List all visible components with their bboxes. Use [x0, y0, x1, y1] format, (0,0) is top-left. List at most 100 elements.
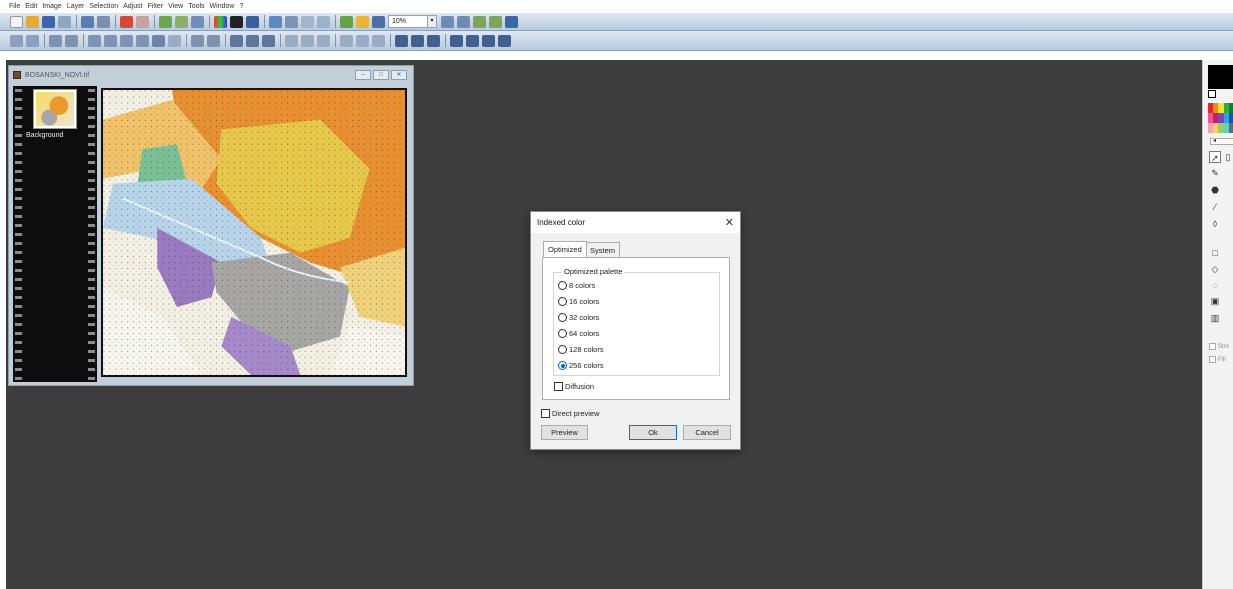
layer-name[interactable]: Background: [26, 132, 63, 139]
zoom-field[interactable]: 10%: [388, 15, 428, 28]
color-adjust-icon[interactable]: [214, 15, 227, 28]
align-middle-icon[interactable]: [120, 34, 133, 47]
radio-8-colors[interactable]: 8 colors: [558, 281, 595, 290]
menu-filter[interactable]: Filter: [148, 3, 164, 10]
menu-edit[interactable]: Edit: [25, 3, 37, 10]
selection-icon[interactable]: [301, 15, 314, 28]
foreground-color-swatch[interactable]: [1208, 65, 1233, 89]
open-file-icon[interactable]: [26, 15, 39, 28]
image-canvas[interactable]: [101, 88, 407, 377]
brush-tool-icon[interactable]: ✎: [1209, 167, 1221, 179]
redo-icon[interactable]: [136, 15, 149, 28]
triangle-left-icon[interactable]: [317, 34, 330, 47]
document-window[interactable]: BOSANSKI_NOVI.tif – □ ✕ Background: [8, 65, 414, 386]
triangle-down-icon[interactable]: [301, 34, 314, 47]
fill-tool-icon[interactable]: ⬣: [1209, 184, 1221, 196]
radio-256-colors[interactable]: 256 colors: [558, 361, 604, 370]
dropper-tool-icon[interactable]: ◊: [1209, 218, 1221, 230]
document-titlebar[interactable]: BOSANSKI_NOVI.tif – □ ✕: [9, 66, 413, 84]
menu-adjust[interactable]: Adjust: [123, 3, 142, 10]
histogram-icon[interactable]: [246, 15, 259, 28]
hand-tool-icon[interactable]: [26, 34, 39, 47]
menu-tools[interactable]: Tools: [188, 3, 204, 10]
crop-icon[interactable]: [207, 34, 220, 47]
menu-layer[interactable]: Layer: [67, 3, 85, 10]
grid-icon[interactable]: [411, 34, 424, 47]
pen-tool-icon[interactable]: ∕: [1209, 201, 1221, 213]
tab-system[interactable]: System: [585, 242, 621, 257]
cancel-button[interactable]: Cancel: [683, 425, 731, 440]
text-tool-icon[interactable]: ▥: [1209, 312, 1221, 324]
new-file-icon[interactable]: [10, 15, 23, 28]
triangle-up-icon[interactable]: [285, 34, 298, 47]
node-icon[interactable]: [372, 34, 385, 47]
canvas-size-icon[interactable]: [175, 15, 188, 28]
zoom-in-icon[interactable]: [441, 15, 454, 28]
mirror-icon[interactable]: [466, 34, 479, 47]
minimize-icon[interactable]: –: [355, 70, 371, 80]
diffusion-checkbox[interactable]: Diffusion: [554, 382, 594, 391]
align-right-icon[interactable]: [88, 34, 101, 47]
stroke-checkbox[interactable]: Stro: [1209, 343, 1229, 350]
radio-32-colors[interactable]: 32 colors: [558, 313, 599, 322]
arrange-icon[interactable]: [262, 34, 275, 47]
direct-preview-checkbox[interactable]: Direct preview: [541, 409, 600, 418]
guides-icon[interactable]: [427, 34, 440, 47]
path-icon[interactable]: [356, 34, 369, 47]
dialog-titlebar[interactable]: Indexed color ✕: [531, 212, 740, 233]
radio-128-colors[interactable]: 128 colors: [558, 345, 604, 354]
shape-icon[interactable]: [340, 34, 353, 47]
plugin-icon[interactable]: [340, 15, 353, 28]
menu-view[interactable]: View: [168, 3, 183, 10]
background-color-swatch[interactable]: [1208, 90, 1216, 98]
frame-tool-icon[interactable]: ▣: [1209, 295, 1221, 307]
save-icon[interactable]: [42, 15, 55, 28]
menu-image[interactable]: Image: [42, 3, 61, 10]
rectangle-tool-icon[interactable]: □: [1209, 247, 1221, 259]
align-center-icon[interactable]: [65, 34, 78, 47]
scan-icon[interactable]: [97, 15, 110, 28]
move-tool-icon[interactable]: ▯: [1222, 151, 1233, 163]
grayscale-icon[interactable]: [230, 15, 243, 28]
align-left-icon[interactable]: [49, 34, 62, 47]
fit-window-icon[interactable]: [473, 15, 486, 28]
menu-selection[interactable]: Selection: [89, 3, 118, 10]
frame-icon[interactable]: [395, 34, 408, 47]
pointer-tool-icon[interactable]: ➚: [1209, 151, 1221, 163]
layer-thumbnail[interactable]: [33, 89, 77, 129]
spacing-icon[interactable]: [168, 34, 181, 47]
radio-64-colors[interactable]: 64 colors: [558, 329, 599, 338]
ungroup-icon[interactable]: [246, 34, 259, 47]
menu-file[interactable]: File: [9, 3, 20, 10]
text-icon[interactable]: [317, 15, 330, 28]
rotate-icon[interactable]: [191, 15, 204, 28]
copy-icon[interactable]: [58, 15, 71, 28]
palette-scroll-left-icon[interactable]: ◂: [1210, 138, 1233, 145]
resize-icon[interactable]: [191, 34, 204, 47]
maximize-icon[interactable]: □: [373, 70, 389, 80]
distribute-icon[interactable]: [152, 34, 165, 47]
undo-icon[interactable]: [120, 15, 133, 28]
rotate-left-icon[interactable]: [482, 34, 495, 47]
zoom-out-icon[interactable]: [457, 15, 470, 28]
close-icon[interactable]: ✕: [725, 216, 734, 229]
color-palette[interactable]: [1208, 103, 1233, 133]
screen-icon[interactable]: [372, 15, 385, 28]
group-icon[interactable]: [230, 34, 243, 47]
preview-button[interactable]: Preview: [541, 425, 588, 440]
print-icon[interactable]: [81, 15, 94, 28]
merge-icon[interactable]: [285, 15, 298, 28]
ok-button[interactable]: Ok: [629, 425, 677, 440]
diamond-tool-icon[interactable]: ◇: [1209, 263, 1221, 275]
radio-16-colors[interactable]: 16 colors: [558, 297, 599, 306]
close-icon[interactable]: ✕: [391, 70, 407, 80]
tab-optimized[interactable]: Optimized: [543, 241, 587, 257]
actual-size-icon[interactable]: [489, 15, 502, 28]
zoom-dropdown-icon[interactable]: ▾: [428, 15, 437, 28]
flip-icon[interactable]: [450, 34, 463, 47]
rotate-right-icon[interactable]: [498, 34, 511, 47]
zoom-tool-icon[interactable]: [10, 34, 23, 47]
align-bottom-icon[interactable]: [136, 34, 149, 47]
fullscreen-icon[interactable]: [505, 15, 518, 28]
image-size-icon[interactable]: [159, 15, 172, 28]
